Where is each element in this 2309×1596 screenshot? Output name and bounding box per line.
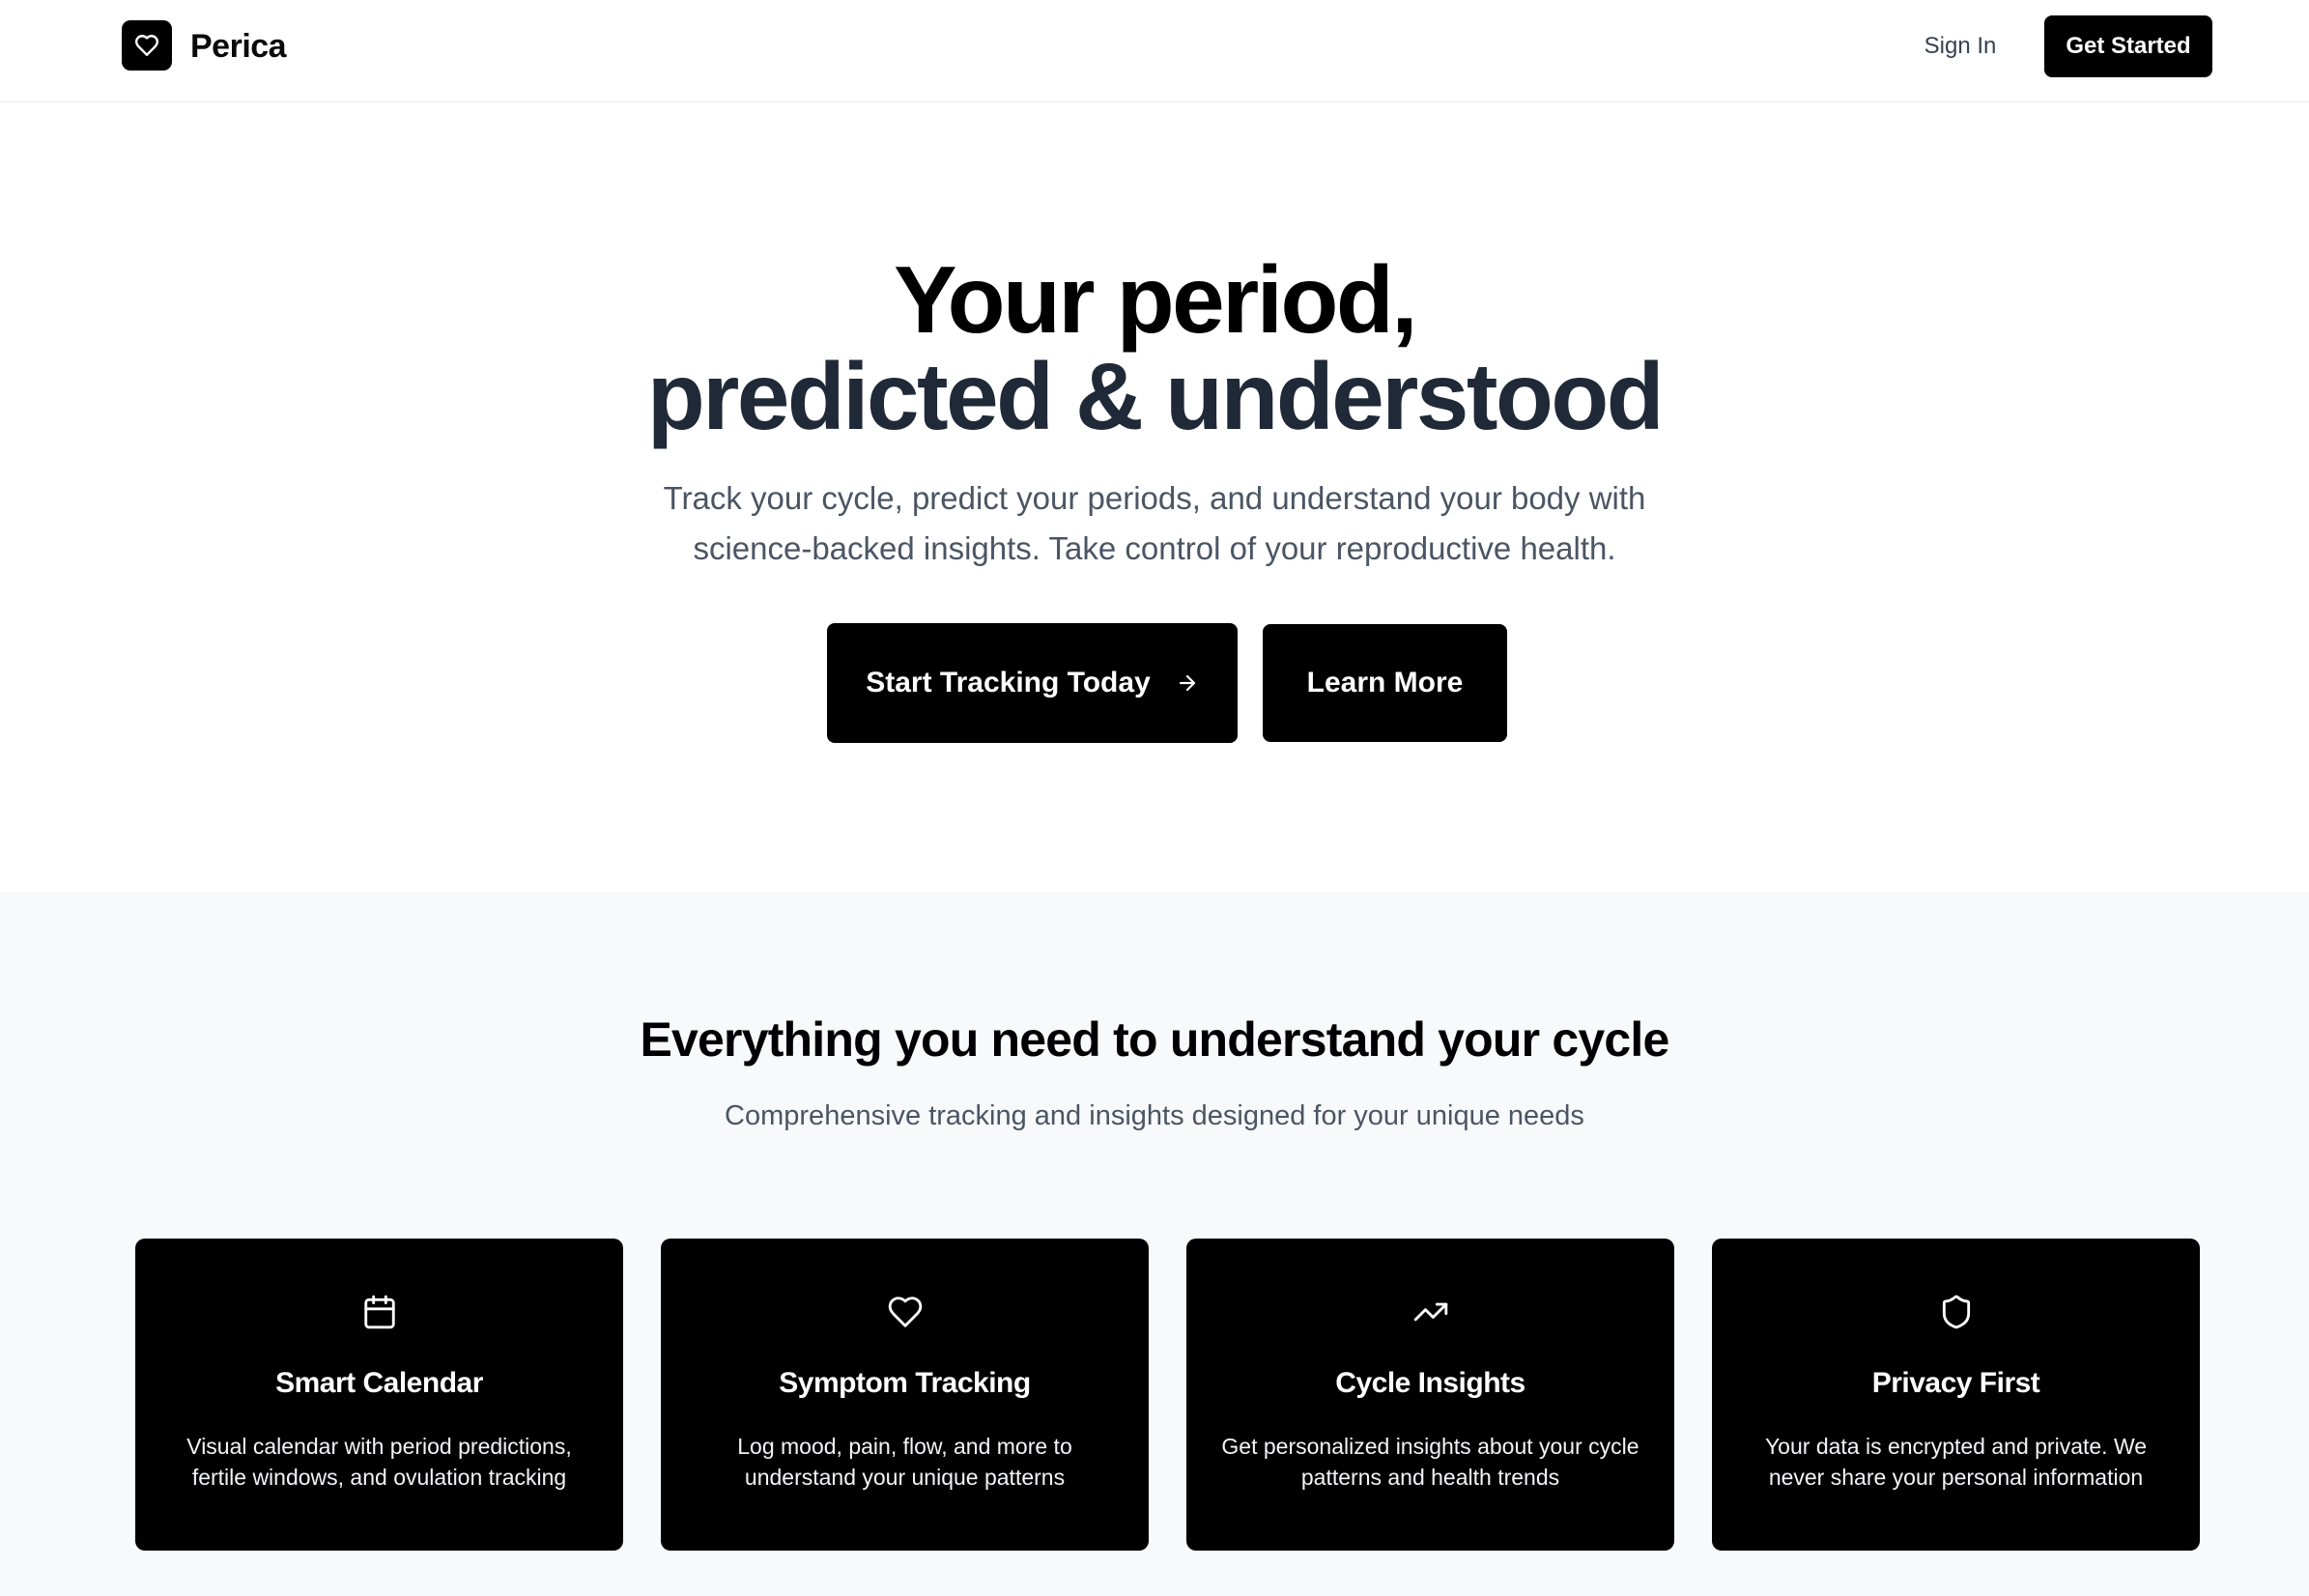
hero-title-line-2: predicted & understood: [646, 343, 1665, 449]
start-tracking-label: Start Tracking Today: [866, 667, 1151, 698]
hero-subtitle: Track your cycle, predict your periods, …: [663, 480, 1646, 566]
feature-card-title: Smart Calendar: [275, 1367, 483, 1399]
calendar-icon: [363, 1295, 395, 1329]
heart-icon: [888, 1297, 922, 1327]
top-navbar: Perica Sign In Get Started: [0, 0, 2309, 102]
feature-card-title: Symptom Tracking: [779, 1367, 1031, 1399]
logo[interactable]: [122, 20, 172, 71]
feature-card-title: Privacy First: [1871, 1367, 2040, 1399]
feature-card-privacy-first: Privacy First Your data is encrypted and…: [1712, 1239, 2200, 1551]
start-tracking-button[interactable]: Start Tracking Today: [827, 623, 1238, 743]
feature-card-title: Cycle Insights: [1335, 1367, 1525, 1399]
learn-more-button[interactable]: Learn More: [1263, 624, 1507, 742]
feature-card-description: Get personalized insights about your cyc…: [1221, 1434, 1639, 1490]
features-subtitle: Comprehensive tracking and insights desi…: [725, 1100, 1584, 1131]
shield-icon: [1942, 1295, 1970, 1329]
feature-card-description: Visual calendar with period predictions,…: [186, 1434, 572, 1490]
feature-card-description: Your data is encrypted and private. We n…: [1764, 1434, 2148, 1490]
feature-card-symptom-tracking: Symptom Tracking Log mood, pain, flow, a…: [661, 1239, 1149, 1551]
feature-card-cycle-insights: Cycle Insights Get personalized insights…: [1186, 1239, 1674, 1551]
heart-icon: [134, 35, 159, 56]
feature-card-description: Log mood, pain, flow, and more to unders…: [737, 1434, 1072, 1490]
features-section: Everything you need to understand your c…: [0, 892, 2309, 1596]
sign-in-link[interactable]: Sign In: [1903, 23, 2017, 70]
brand-name[interactable]: Perica: [190, 25, 287, 68]
trending-up-icon: [1413, 1302, 1447, 1322]
get-started-button[interactable]: Get Started: [2044, 15, 2212, 77]
arrow-right-icon: [1179, 674, 1195, 692]
features-title: Everything you need to understand your c…: [640, 1012, 1669, 1067]
hero-title-line-1: Your period,: [894, 246, 1417, 353]
feature-card-smart-calendar: Smart Calendar Visual calendar with peri…: [135, 1239, 623, 1551]
